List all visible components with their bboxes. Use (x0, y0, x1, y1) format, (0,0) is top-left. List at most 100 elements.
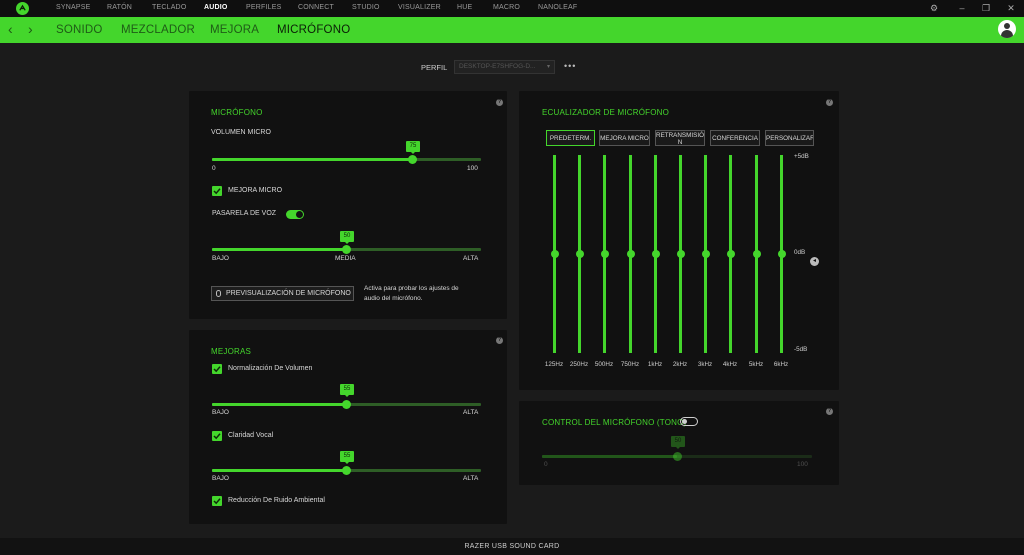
preset-default-button[interactable]: PREDETERM. (546, 130, 595, 146)
top-nav-perfiles[interactable]: PERFILES (246, 4, 281, 11)
volume-normalization-high: ALTA (463, 409, 479, 416)
eq-collapse-arrow-icon[interactable]: ◂ (810, 257, 819, 266)
voice-gate-high: ALTA (463, 255, 479, 262)
mic-volume-slider[interactable] (212, 158, 481, 161)
eq-band-handle[interactable] (626, 250, 635, 258)
eq-band-frequency: 750Hz (620, 361, 640, 368)
eq-band-handle[interactable] (651, 250, 660, 258)
maximize-icon[interactable]: ❐ (981, 3, 991, 13)
tone-control-toggle[interactable] (680, 417, 698, 426)
tone-control-slider-handle[interactable] (673, 452, 682, 461)
vocal-clarity-low: BAJO (212, 475, 229, 482)
eq-band-handle[interactable] (777, 250, 786, 258)
top-nav-nanoleaf[interactable]: NANOLEAF (538, 4, 577, 11)
close-icon[interactable]: ✕ (1006, 3, 1016, 13)
tab-mezclador[interactable]: MEZCLADOR (121, 24, 195, 36)
chevron-down-icon: ▾ (546, 64, 550, 70)
eq-band-frequency: 2kHz (672, 361, 688, 368)
mic-volume-max: 100 (467, 165, 478, 172)
top-nav-studio[interactable]: STUDIO (352, 4, 380, 11)
mic-preview-button[interactable]: PREVISUALIZACIÓN DE MICRÓFONO (211, 286, 354, 301)
vocal-clarity-slider-handle[interactable] (342, 466, 351, 475)
user-avatar-icon[interactable] (998, 20, 1016, 38)
volume-normalization-slider-handle[interactable] (342, 400, 351, 409)
tone-control-value: 50 (671, 436, 685, 449)
eq-band-handle[interactable] (676, 250, 685, 258)
mic-volume-slider-handle[interactable] (408, 155, 417, 164)
eq-band-frequency: 250Hz (569, 361, 589, 368)
eq-band-handle[interactable] (600, 250, 609, 258)
settings-gear-icon[interactable]: ⚙ (929, 3, 939, 13)
preset-custom-button[interactable]: PERSONALIZAR (765, 130, 814, 146)
equalizer-panel-title: ECUALIZADOR DE MICRÓFONO (542, 108, 670, 117)
voice-gate-mid: MEDIA (335, 255, 356, 262)
preset-broadcast-button[interactable]: RETRANSMISIÓ N (655, 130, 705, 146)
eq-band-frequency: 500Hz (594, 361, 614, 368)
improvements-panel-title: MEJORAS (211, 347, 252, 356)
help-icon[interactable]: ? (826, 99, 833, 106)
checkmark-icon (213, 366, 221, 373)
tab-microfono[interactable]: MICRÓFONO (277, 24, 350, 36)
microphone-panel: ? (189, 91, 507, 319)
eq-band-handle[interactable] (701, 250, 710, 258)
volume-normalization-label: Normalización De Volumen (228, 365, 313, 372)
voice-gate-low: BAJO (212, 255, 229, 262)
tone-control-title: CONTROL DEL MICRÓFONO (TONO) (542, 418, 687, 427)
top-nav-raton[interactable]: RATÓN (107, 4, 132, 11)
mic-preview-button-label: PREVISUALIZACIÓN DE MICRÓFONO (226, 290, 351, 297)
checkmark-icon (213, 498, 221, 505)
preset-conference-button[interactable]: CONFERENCIA (710, 130, 760, 146)
minimize-icon[interactable]: – (957, 3, 967, 13)
mic-preview-hint-line1: Activa para probar los ajustes de (364, 285, 459, 292)
eq-band-frequency: 4kHz (722, 361, 738, 368)
voice-gate-toggle[interactable] (286, 210, 304, 219)
top-nav-hue[interactable]: HUE (457, 4, 472, 11)
top-nav-macro[interactable]: MACRO (493, 4, 520, 11)
tone-control-max: 100 (797, 461, 808, 468)
preset-mic-enhance-button[interactable]: MEJORA MICRO (599, 130, 650, 146)
vocal-clarity-value: 55 (340, 451, 354, 464)
vocal-clarity-label: Claridad Vocal (228, 432, 274, 439)
top-nav-synapse[interactable]: SYNAPSE (56, 4, 90, 11)
top-nav-connect[interactable]: CONNECT (298, 4, 334, 11)
sub-nav-bar: ‹ › SONIDO MEZCLADOR MEJORA MICRÓFONO (0, 17, 1024, 43)
help-icon[interactable]: ? (496, 99, 503, 106)
mic-volume-value: 75 (406, 141, 420, 154)
eq-band-frequency: 6kHz (773, 361, 789, 368)
eq-band-handle[interactable] (726, 250, 735, 258)
eq-band-handle[interactable] (752, 250, 761, 258)
back-arrow-icon[interactable]: ‹ (8, 22, 13, 36)
profile-select[interactable]: DESKTOP-E7SHFOG-D... ▾ (454, 60, 555, 74)
mic-enhance-checkbox[interactable] (212, 186, 222, 196)
tab-mejora[interactable]: MEJORA (210, 24, 259, 36)
top-nav-audio[interactable]: AUDIO (204, 4, 228, 11)
noise-reduction-label: Reducción De Ruido Ambiental (228, 497, 325, 504)
forward-arrow-icon[interactable]: › (28, 22, 33, 36)
mic-enhance-label: MEJORA MICRO (228, 187, 283, 194)
help-icon[interactable]: ? (496, 337, 503, 344)
voice-gate-label: PASARELA DE VOZ (212, 210, 277, 217)
microphone-icon (216, 290, 221, 297)
profile-more-button[interactable]: ••• (564, 62, 576, 71)
voice-gate-slider-handle[interactable] (342, 245, 351, 254)
voice-gate-value: 50 (340, 231, 354, 244)
help-icon[interactable]: ? (826, 408, 833, 415)
razer-logo-icon[interactable] (16, 2, 29, 15)
vocal-clarity-checkbox[interactable] (212, 431, 222, 441)
noise-reduction-checkbox[interactable] (212, 496, 222, 506)
mic-volume-min: 0 (212, 165, 216, 172)
top-nav-visualizer[interactable]: VISUALIZER (398, 4, 441, 11)
tone-control-min: 0 (544, 461, 548, 468)
eq-band-handle[interactable] (575, 250, 584, 258)
volume-normalization-low: BAJO (212, 409, 229, 416)
improvements-panel: ? (189, 330, 507, 524)
top-nav-teclado[interactable]: TECLADO (152, 4, 186, 11)
mic-volume-label: VOLUMEN MICRO (211, 129, 271, 136)
eq-band-handle[interactable] (550, 250, 559, 258)
eq-db-mid: 0dB (794, 249, 806, 256)
eq-band-frequency: 1kHz (647, 361, 663, 368)
eq-band-frequency: 5kHz (748, 361, 764, 368)
tab-sonido[interactable]: SONIDO (56, 24, 103, 36)
volume-normalization-checkbox[interactable] (212, 364, 222, 374)
checkmark-icon (213, 433, 221, 440)
